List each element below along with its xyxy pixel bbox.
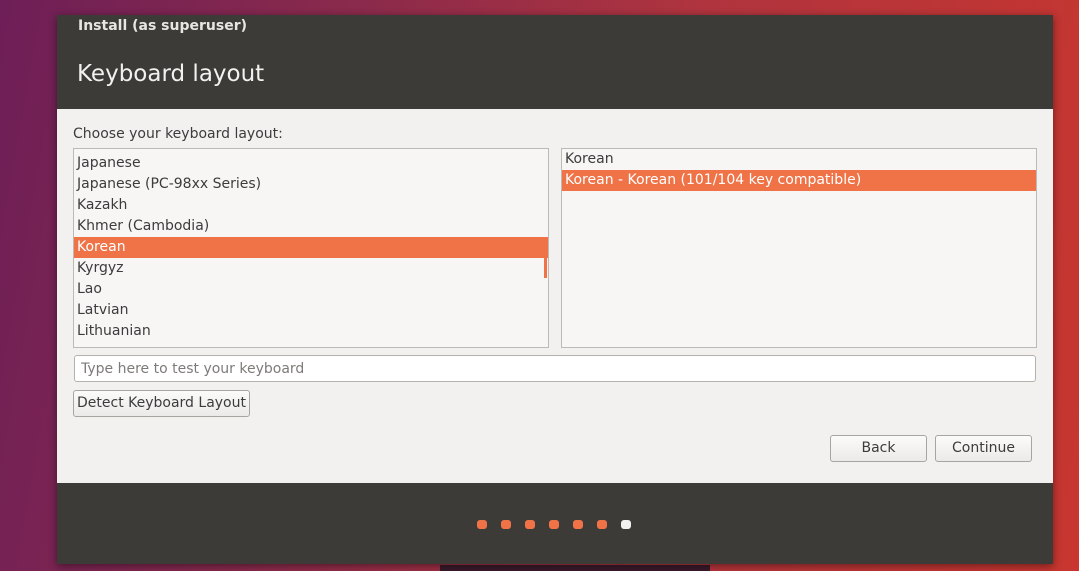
desktop-panel-edge (440, 565, 710, 571)
page-title: Keyboard layout (77, 61, 265, 87)
keyboard-test-input[interactable] (74, 355, 1036, 382)
progress-dot (525, 520, 535, 529)
continue-button[interactable]: Continue (935, 435, 1032, 462)
layout-list-item[interactable]: Korean (74, 237, 548, 258)
progress-dot (477, 520, 487, 529)
layout-list-item[interactable]: Khmer (Cambodia) (74, 216, 548, 237)
layout-prompt: Choose your keyboard layout: (73, 126, 283, 142)
layout-list-item[interactable]: Latvian (74, 300, 548, 321)
back-button[interactable]: Back (830, 435, 927, 462)
window-title: Install (as superuser) (78, 18, 247, 34)
layout-list-item[interactable]: Kyrgyz (74, 258, 548, 279)
progress-dot (549, 520, 559, 529)
layout-list-item[interactable]: Japanese (74, 153, 548, 174)
progress-dot (597, 520, 607, 529)
variant-list-item[interactable]: Korean (562, 149, 1036, 170)
progress-dot (573, 520, 583, 529)
layout-list[interactable]: Japanese Japanese (PC-98xx Series) Kazakh K… (73, 148, 549, 348)
layout-list-item[interactable]: Kazakh (74, 195, 548, 216)
scroll-indicator[interactable] (544, 258, 547, 278)
variant-list[interactable]: Korean Korean - Korean (101/104 key compa… (561, 148, 1037, 348)
installer-window: Install (as superuser) Keyboard layout C… (57, 15, 1053, 564)
progress-indicator (477, 520, 631, 529)
progress-dot (501, 520, 511, 529)
window-footer (57, 483, 1053, 564)
variant-list-item[interactable]: Korean - Korean (101/104 key compatible) (562, 170, 1036, 191)
window-header: Install (as superuser) Keyboard layout (57, 15, 1053, 109)
detect-layout-button[interactable]: Detect Keyboard Layout (73, 390, 250, 417)
progress-dot (621, 520, 631, 529)
layout-list-item[interactable]: Lithuanian (74, 321, 548, 342)
layout-list-item[interactable]: Japanese (PC-98xx Series) (74, 174, 548, 195)
layout-list-item[interactable]: Lao (74, 279, 548, 300)
